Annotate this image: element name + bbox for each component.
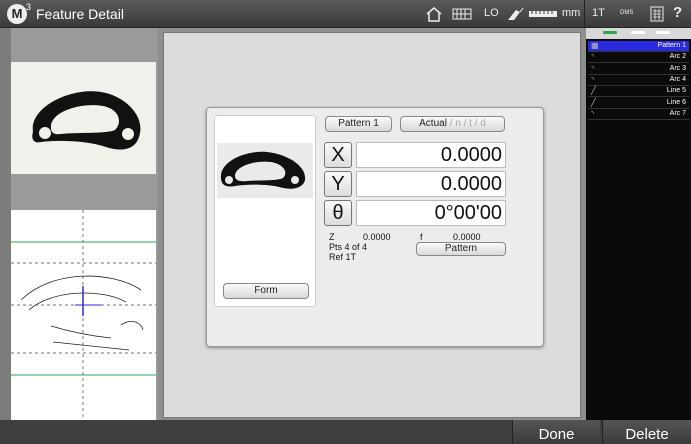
topbar-divider [584,0,585,28]
feature-list-item[interactable]: ◝ Arc 7 [588,109,689,120]
feature-list-item[interactable]: ╱ Line 6 [588,98,689,109]
feature-list-item[interactable]: ◝ Arc 2 [588,52,689,64]
delete-button[interactable]: Delete [602,420,691,444]
home-icon[interactable] [425,6,443,22]
feature-view-plot[interactable] [11,210,156,420]
grid-icon[interactable] [452,6,472,22]
line-icon: ╱ [591,86,596,96]
feature-detail-screen: M 3 Feature Detail LO mm 1T DMS ? Patter… [0,0,691,444]
pattern-1-button[interactable]: Pattern 1 [325,116,392,132]
arc-icon: ◝ [591,74,595,84]
pattern-button[interactable]: Pattern [416,242,506,256]
tab-green[interactable] [603,31,617,34]
form-button[interactable]: Form [223,283,309,299]
y-value: 0.0000 [356,171,506,197]
theta-axis-button[interactable]: θ [324,200,352,226]
mode-label[interactable]: LO [484,7,499,19]
reference-label: Ref 1T [329,252,357,262]
feature-list-item-label: Line 6 [666,98,686,106]
feature-list-item-label: Arc 3 [669,64,686,72]
datum-mode-label[interactable]: 1T [592,7,605,19]
app-logo: M [7,4,27,24]
x-value: 0.0000 [356,142,506,168]
feature-list-item[interactable]: ◝ Arc 3 [588,64,689,75]
actual-modes-label: / n / t / d [446,118,486,129]
arc-icon: ◝ [591,63,595,73]
f-value: 0.0000 [453,232,481,242]
units-label[interactable]: mm [562,7,580,19]
arc-icon: ◝ [591,52,595,62]
points-count: Pts 4 of 4 [329,242,368,252]
calculator-icon[interactable] [650,6,664,22]
app-logo-sup: 3 [26,2,32,12]
feature-list-item-label: Line 5 [666,87,686,95]
feature-list-item-label: Arc 7 [669,109,686,117]
actual-button-label: Actual [419,118,447,129]
tab-white-1[interactable] [631,31,645,34]
feature-list-item[interactable]: ╱ Line 5 [588,86,689,98]
left-gutter-edge [0,28,11,420]
tab-white-2[interactable] [656,31,670,34]
pattern-icon: ▦ [591,41,599,50]
y-axis-button[interactable]: Y [324,171,352,197]
help-button[interactable]: ? [673,4,682,21]
feature-list-item[interactable]: ▦ Pattern 1 [588,41,689,52]
feature-list-item-label: Arc 2 [669,53,686,61]
line-icon: ╱ [591,97,596,107]
feature-list-item[interactable]: ◝ Arc 4 [588,75,689,86]
feature-list-item-label: Pattern 1 [657,42,686,49]
x-axis-button[interactable]: X [324,142,352,168]
feature-list-item-label: Arc 4 [669,75,686,83]
part-image-thumbnail[interactable] [11,62,156,174]
arc-icon: ◝ [591,108,595,118]
page-title: Feature Detail [36,6,124,22]
actual-button[interactable]: Actual / n / t / d [400,116,505,132]
part-image [32,91,141,150]
dms-label[interactable]: DMS [620,10,633,16]
theta-value: 0°00'00 [356,200,506,226]
probe-icon[interactable] [506,6,524,22]
z-value: 0.0000 [363,232,391,242]
feature-preview [214,115,316,307]
z-label: Z [329,232,335,242]
feature-plot-canvas [11,210,156,420]
done-button[interactable]: Done [512,420,600,444]
f-label: f [420,232,423,242]
top-bar: M 3 Feature Detail LO mm 1T DMS ? [0,0,691,28]
feature-preview-image [217,143,313,198]
ruler-icon[interactable] [528,6,558,22]
